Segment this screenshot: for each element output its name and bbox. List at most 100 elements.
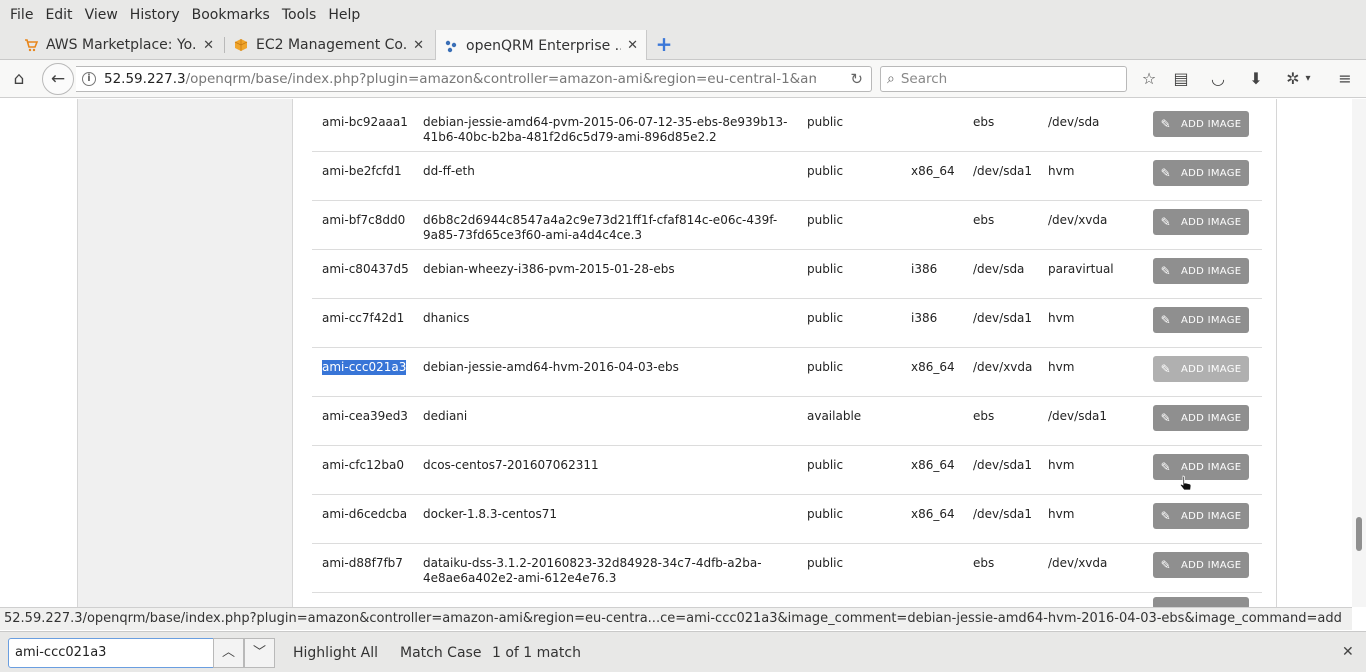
highlight-all-toggle[interactable]: Highlight All (293, 645, 378, 661)
ami-id: ami-be2fcfd1 (322, 164, 402, 178)
home-icon[interactable]: ⌂ (8, 68, 30, 90)
ami-arch: x86_64 (911, 360, 955, 374)
ami-id: ami-cc7f42d1 (322, 311, 405, 325)
url-host: 52.59.227.3 (104, 71, 186, 87)
ami-name: dcos-centos7-201607062311 (423, 458, 599, 472)
ami-id: ami-cea39ed3 (322, 409, 408, 423)
ami-root-device: /dev/sda1 (973, 507, 1033, 521)
add-image-button[interactable]: ✎ ADD IMAGE (1153, 503, 1249, 529)
ami-name: dhanics (423, 311, 470, 325)
add-image-button[interactable]: ✎ ADD IMAGE (1153, 258, 1249, 284)
new-tab-icon[interactable]: + (654, 33, 674, 55)
edit-icon: ✎ (1160, 509, 1171, 523)
menu-bar: File Edit View History Bookmarks Tools H… (0, 0, 1366, 30)
tab-aws-marketplace[interactable]: AWS Marketplace: Yo... ✕ (16, 30, 222, 60)
search-input[interactable]: ⌕ Search (880, 66, 1127, 92)
add-image-button[interactable]: ✎ ADD IMAGE (1153, 160, 1249, 186)
ami-name: debian-wheezy-i386-pvm-2015-01-28-ebs (423, 262, 675, 276)
back-icon[interactable]: ← (42, 63, 74, 95)
ami-name: docker-1.8.3-centos71 (423, 507, 557, 521)
find-input[interactable]: ami-ccc021a3 (8, 638, 214, 668)
ami-id: ami-c80437d5 (322, 262, 409, 276)
status-link-preview: 52.59.227.3/openqrm/base/index.php?plugi… (0, 607, 1352, 630)
ami-arch: x86_64 (911, 507, 955, 521)
ami-virtualization: hvm (1048, 311, 1075, 325)
ami-visibility: public (807, 458, 844, 472)
edit-icon: ✎ (1160, 264, 1171, 278)
url-bar[interactable]: i 52.59.227.3/openqrm/base/index.php?plu… (76, 66, 872, 92)
ami-name: debian-jessie-amd64-pvm-2015-06-07-12-35… (423, 115, 788, 144)
ami-visibility: public (807, 360, 844, 374)
add-image-button[interactable]: ✎ ADD IMAGE (1153, 307, 1249, 333)
scrollbar-thumb[interactable] (1356, 517, 1362, 551)
vertical-scrollbar[interactable] (1352, 99, 1366, 607)
ami-id: ami-bc92aaa1 (322, 115, 408, 129)
add-image-button[interactable]: ✎ ADD IMAGE (1153, 356, 1249, 382)
tab-label: openQRM Enterprise ... (466, 37, 622, 54)
url-text[interactable]: 52.59.227.3/openqrm/base/index.php?plugi… (104, 71, 816, 87)
add-image-button[interactable]: ✎ ADD IMAGE (1153, 405, 1249, 431)
table-row: ami-be2fcfd1 dd-ff-eth public x86_64 /de… (312, 152, 1262, 201)
menu-hamburger-icon[interactable]: ≡ (1334, 68, 1356, 90)
ami-arch: i386 (911, 262, 938, 276)
page-content: ami-bc92aaa1 debian-jessie-amd64-pvm-201… (0, 99, 1352, 607)
match-case-toggle[interactable]: Match Case (400, 645, 481, 661)
ami-id: ami-bf7c8dd0 (322, 213, 406, 227)
tab-ec2-management[interactable]: EC2 Management Co... ✕ (226, 30, 432, 60)
add-image-button[interactable]: ✎ ADD IMAGE (1153, 209, 1249, 235)
ami-root-device: ebs (973, 409, 995, 423)
ami-id: ami-d88f7fb7 (322, 556, 403, 570)
reading-list-icon[interactable]: ▤ (1170, 68, 1192, 90)
downloads-icon[interactable]: ⬇ (1245, 68, 1267, 90)
tab-bar: AWS Marketplace: Yo... ✕ EC2 Management … (0, 30, 1366, 61)
site-info-icon[interactable]: i (82, 72, 96, 86)
menu-history[interactable]: History (124, 0, 186, 30)
content-border (1276, 99, 1277, 607)
ami-virtualization: /dev/xvda (1048, 213, 1108, 227)
menu-help[interactable]: Help (322, 0, 366, 30)
ami-root-device: ebs (973, 115, 995, 129)
add-image-button[interactable]: ✎ ADD IMAGE (1153, 454, 1249, 480)
close-icon[interactable]: ✕ (413, 38, 424, 53)
ami-id-highlighted: ami-ccc021a3 (322, 360, 407, 375)
ami-root-device: /dev/sda1 (973, 164, 1033, 178)
left-sidebar (77, 99, 293, 607)
openqrm-icon (444, 39, 458, 53)
ami-root-device: ebs (973, 556, 995, 570)
ami-visibility: public (807, 262, 844, 276)
menu-edit[interactable]: Edit (39, 0, 78, 30)
menu-bookmarks[interactable]: Bookmarks (186, 0, 276, 30)
reload-icon[interactable]: ↻ (850, 70, 863, 88)
ami-virtualization: /dev/sda1 (1048, 409, 1108, 423)
pocket-icon[interactable]: ◡ (1207, 68, 1229, 90)
search-placeholder: Search (900, 71, 948, 87)
edit-icon: ✎ (1160, 460, 1171, 474)
aws-box-icon (234, 38, 248, 52)
table-row: ami-cfc12ba0 dcos-centos7-201607062311 p… (312, 446, 1262, 495)
ami-id: ami-d6cedcba (322, 507, 408, 521)
menu-view[interactable]: View (79, 0, 124, 30)
edit-icon: ✎ (1160, 117, 1171, 131)
menu-file[interactable]: File (4, 0, 39, 30)
mouse-pointer-icon (1179, 475, 1192, 491)
ami-arch: x86_64 (911, 164, 955, 178)
menu-tools[interactable]: Tools (276, 0, 323, 30)
add-image-button[interactable]: ✎ ADD IMAGE (1153, 111, 1249, 137)
find-previous-icon[interactable]: ︿ (213, 638, 244, 668)
ami-name: d6b8c2d6944c8547a4a2c9e73d21ff1f-cfaf814… (423, 213, 778, 242)
aws-cart-icon (24, 38, 39, 52)
ami-virtualization: /dev/xvda (1048, 556, 1108, 570)
add-image-button[interactable] (1153, 597, 1249, 607)
ami-virtualization: paravirtual (1048, 262, 1114, 276)
ami-arch: i386 (911, 311, 938, 325)
add-image-button[interactable]: ✎ ADD IMAGE (1153, 552, 1249, 578)
tab-openqrm[interactable]: openQRM Enterprise ... ✕ (435, 30, 647, 61)
bookmark-star-icon[interactable]: ☆ (1138, 68, 1160, 90)
close-icon[interactable]: ✕ (203, 38, 214, 53)
close-icon[interactable]: ✕ (1342, 644, 1354, 660)
close-icon[interactable]: ✕ (627, 38, 638, 53)
ami-root-device: /dev/sda (973, 262, 1025, 276)
ami-visibility: available (807, 409, 862, 423)
find-next-icon[interactable]: ﹀ (244, 638, 275, 668)
chevron-down-icon[interactable]: ▾ (1301, 68, 1315, 90)
